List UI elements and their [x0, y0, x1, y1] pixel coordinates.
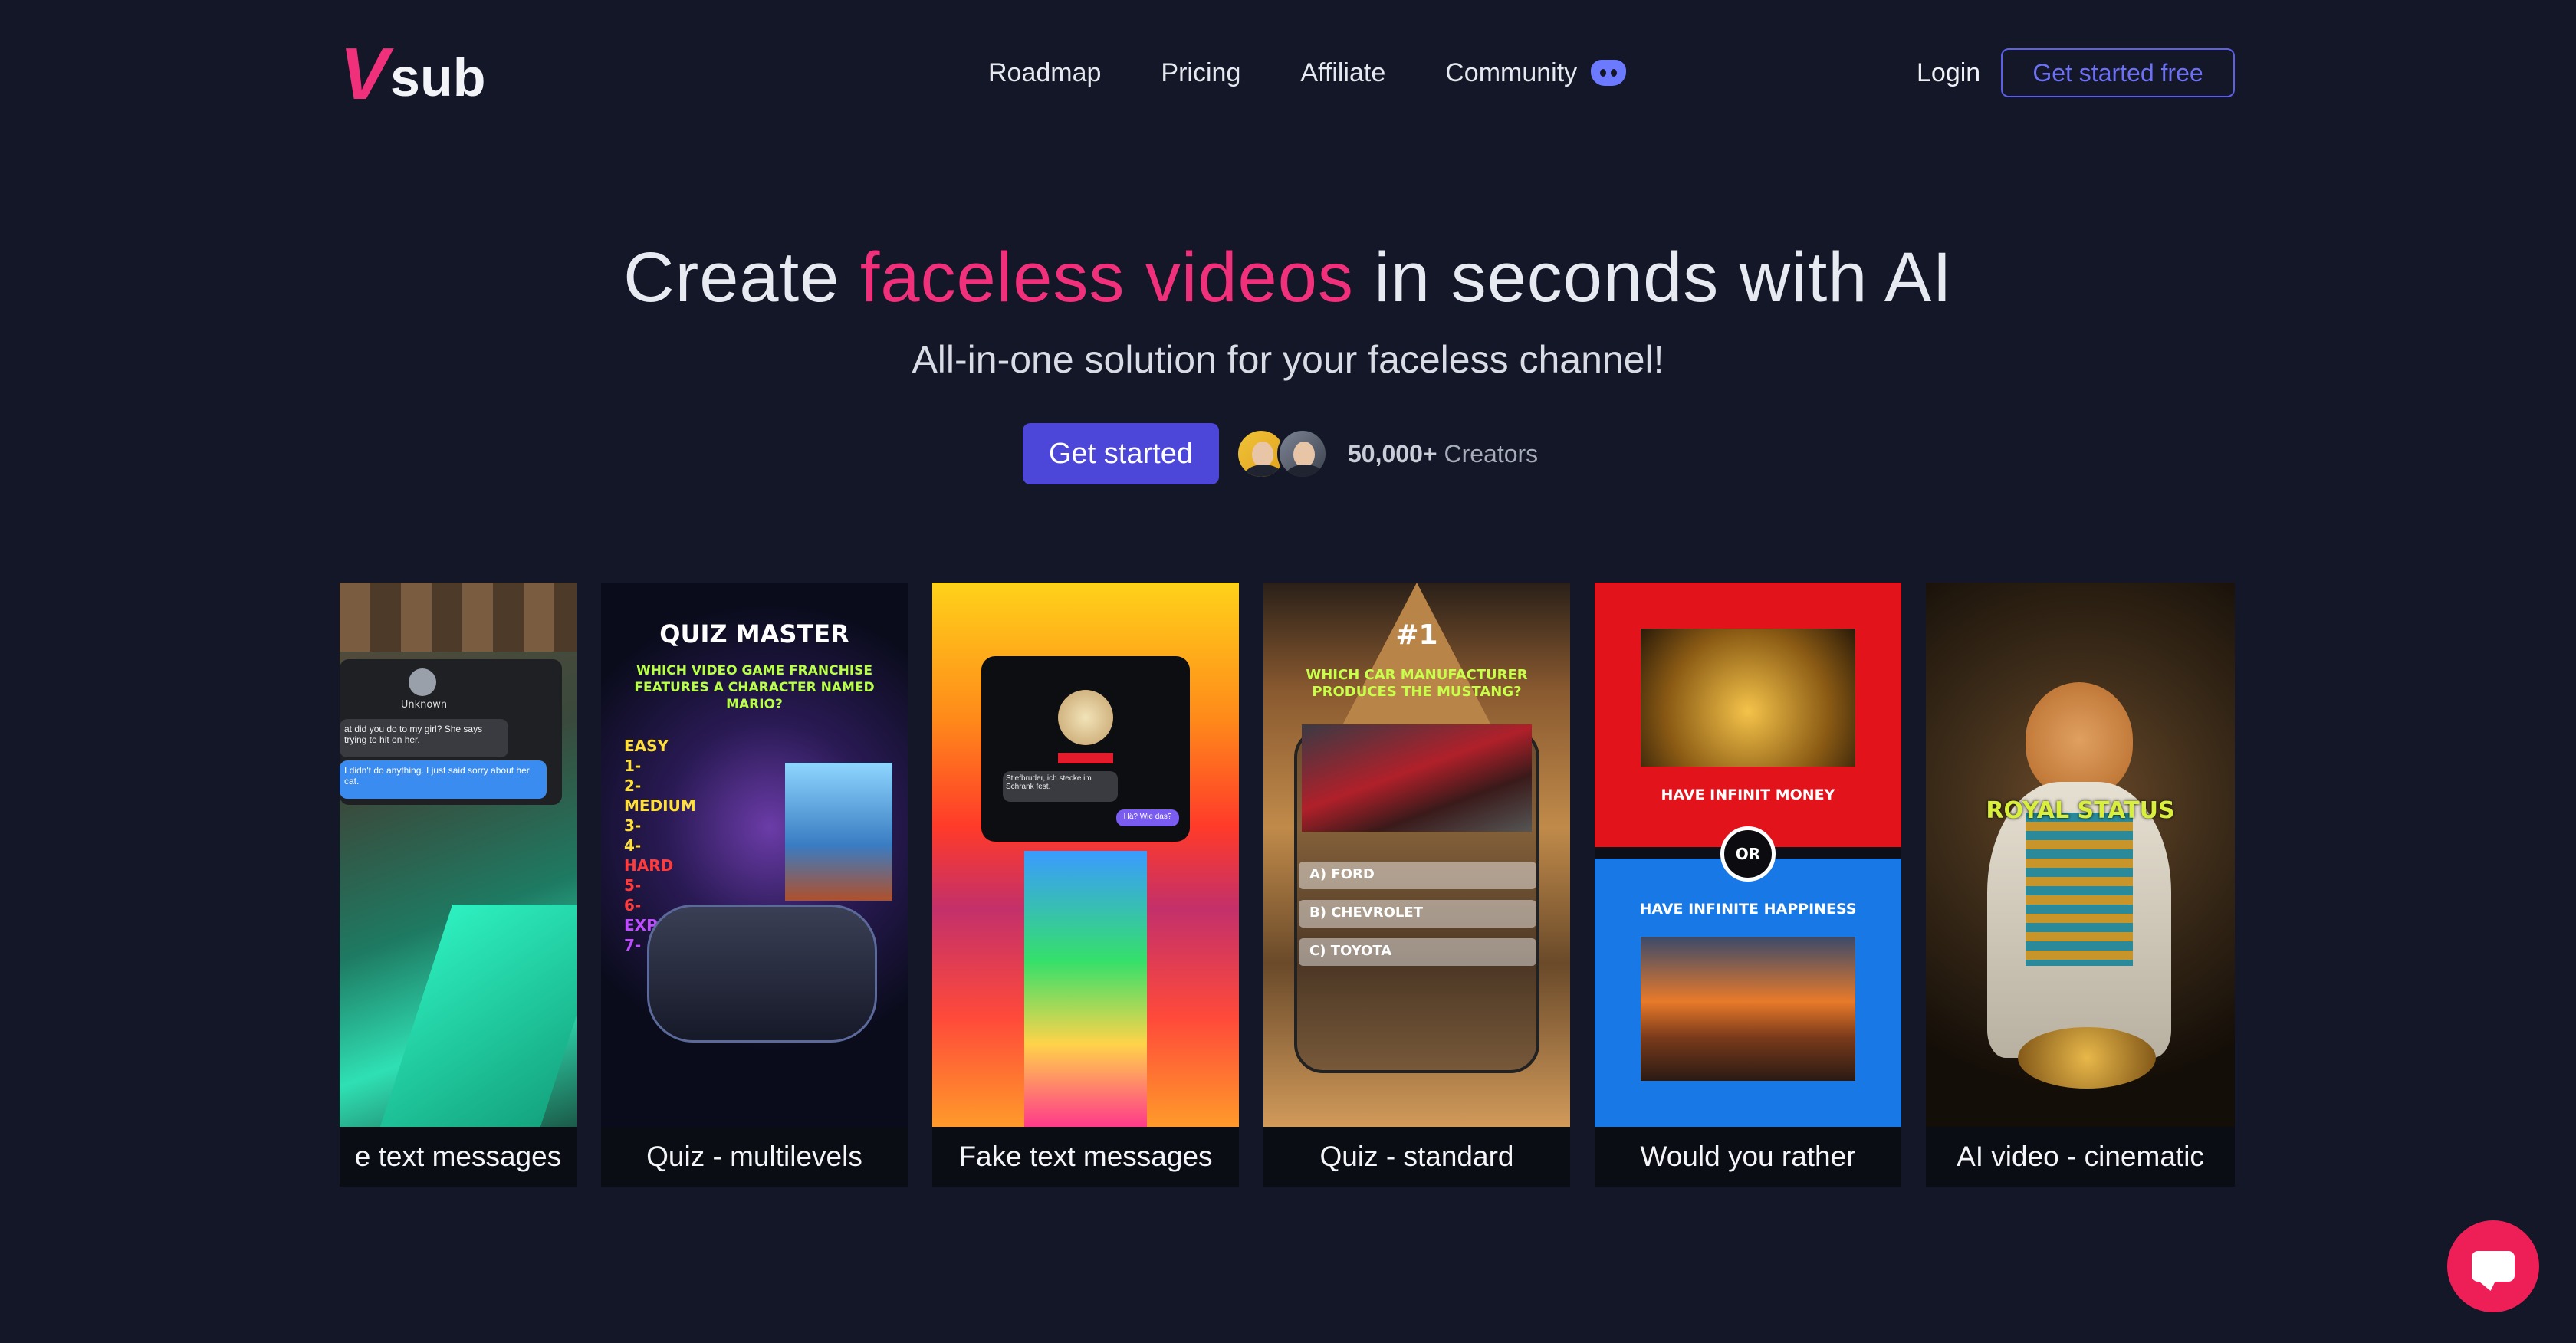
- card-thumbnail: ROYAL STATUS: [1926, 583, 2235, 1127]
- discord-icon: [1591, 60, 1627, 86]
- avatar: [1277, 429, 1328, 479]
- card-thumbnail: #1 WHICH CAR MANUFACTURER PRODUCES THE M…: [1263, 583, 1570, 1127]
- nav-community-label: Community: [1445, 57, 1578, 87]
- card-caption: Would you rather: [1595, 1127, 1901, 1187]
- card-thumbnail: Stiefbruder, ich stecke im Schrank fest.…: [932, 583, 1239, 1127]
- or-badge: OR: [1720, 826, 1776, 882]
- chat-bubble-icon: [2472, 1251, 2515, 1282]
- brand-logo[interactable]: V sub: [340, 33, 486, 115]
- hero-title: Create faceless videos in seconds with A…: [0, 238, 2576, 318]
- quiz-option: B) CHEVROLET: [1299, 900, 1536, 928]
- coins-image: [1641, 629, 1855, 767]
- quiz-heading: QUIZ MASTER: [659, 619, 849, 649]
- card-thumbnail: QUIZ MASTER WHICH VIDEO GAME FRANCHISE F…: [601, 583, 908, 1127]
- template-card[interactable]: HAVE INFINIT MONEY OR HAVE INFINITE HAPP…: [1595, 583, 1901, 1187]
- card-caption: Fake text messages: [932, 1127, 1239, 1187]
- template-card[interactable]: Stiefbruder, ich stecke im Schrank fest.…: [932, 583, 1239, 1187]
- logo-v: V: [340, 33, 389, 115]
- hero-title-post: in seconds with AI: [1353, 238, 1953, 317]
- nav-pricing[interactable]: Pricing: [1161, 58, 1240, 88]
- chat-message: Stiefbruder, ich stecke im Schrank fest.: [1003, 771, 1118, 802]
- template-card[interactable]: #1 WHICH CAR MANUFACTURER PRODUCES THE M…: [1263, 583, 1570, 1187]
- card-caption: AI video - cinematic: [1926, 1127, 2235, 1187]
- logo-text: sub: [390, 48, 486, 107]
- hero-subtitle: All-in-one solution for your faceless ch…: [912, 338, 1664, 381]
- chat-message: Hä? Wie das?: [1116, 809, 1179, 826]
- nav-roadmap[interactable]: Roadmap: [988, 58, 1101, 88]
- option-b: HAVE INFINITE HAPPINESS: [1639, 901, 1857, 918]
- nav-menu: Roadmap Pricing Affiliate Community: [988, 54, 1627, 92]
- controller-image: [647, 905, 877, 1043]
- card-caption: e text messages: [340, 1127, 577, 1187]
- quiz-option: A) FORD: [1299, 862, 1536, 889]
- nav-community[interactable]: Community: [1445, 57, 1627, 88]
- top-nav: V sub Roadmap Pricing Affiliate Communit…: [0, 0, 2576, 146]
- quiz-number: #1: [1395, 619, 1438, 651]
- get-started-button[interactable]: Get started: [1023, 423, 1219, 484]
- card-thumbnail: Unknown at did you do to my girl? She sa…: [340, 583, 577, 1127]
- chat-contact: Unknown: [400, 699, 448, 711]
- cat-necklace: [2026, 813, 2133, 966]
- car-image: [1302, 724, 1532, 832]
- chat-message: I didn't do anything. I just said sorry …: [340, 760, 547, 799]
- mario-image: [785, 763, 892, 901]
- hero-title-pre: Create: [623, 238, 860, 317]
- quiz-question: WHICH VIDEO GAME FRANCHISE FEATURES A CH…: [634, 663, 875, 712]
- creators-number: 50,000+: [1348, 440, 1438, 468]
- login-link[interactable]: Login: [1917, 54, 1980, 92]
- quiz-option: C) TOYOTA: [1299, 938, 1536, 966]
- option-a: HAVE INFINIT MONEY: [1661, 786, 1835, 803]
- chat-widget-button[interactable]: [2447, 1220, 2539, 1312]
- nav-affiliate[interactable]: Affiliate: [1300, 58, 1385, 88]
- creators-label: Creators: [1444, 440, 1539, 468]
- sunset-image: [1641, 937, 1855, 1081]
- template-carousel: Unknown at did you do to my girl? She sa…: [340, 583, 2235, 1188]
- chat-window: Unknown at did you do to my girl? She sa…: [340, 659, 562, 805]
- chat-message: at did you do to my girl? She says tryin…: [340, 719, 508, 757]
- quiz-question: WHICH CAR MANUFACTURER PRODUCES THE MUST…: [1306, 667, 1528, 700]
- overlay-text: ROYAL STATUS: [1986, 797, 2175, 824]
- get-started-free-button[interactable]: Get started free: [2001, 48, 2235, 97]
- template-card[interactable]: QUIZ MASTER WHICH VIDEO GAME FRANCHISE F…: [601, 583, 908, 1187]
- chat-window: Stiefbruder, ich stecke im Schrank fest.…: [981, 656, 1190, 842]
- creators-count: 50,000+ Creators: [1348, 438, 1538, 469]
- gold-bowl: [2018, 1027, 2156, 1089]
- card-caption: Quiz - multilevels: [601, 1127, 908, 1187]
- card-caption: Quiz - standard: [1263, 1127, 1570, 1187]
- cat-head: [2026, 682, 2133, 797]
- runner-track: [1024, 851, 1147, 1127]
- hero-title-highlight: faceless videos: [859, 238, 1354, 317]
- creator-avatars: [1236, 429, 1328, 479]
- template-card[interactable]: Unknown at did you do to my girl? She sa…: [340, 583, 577, 1187]
- card-thumbnail: HAVE INFINIT MONEY OR HAVE INFINITE HAPP…: [1595, 583, 1901, 1127]
- template-card[interactable]: ROYAL STATUS AI video - cinematic: [1926, 583, 2235, 1187]
